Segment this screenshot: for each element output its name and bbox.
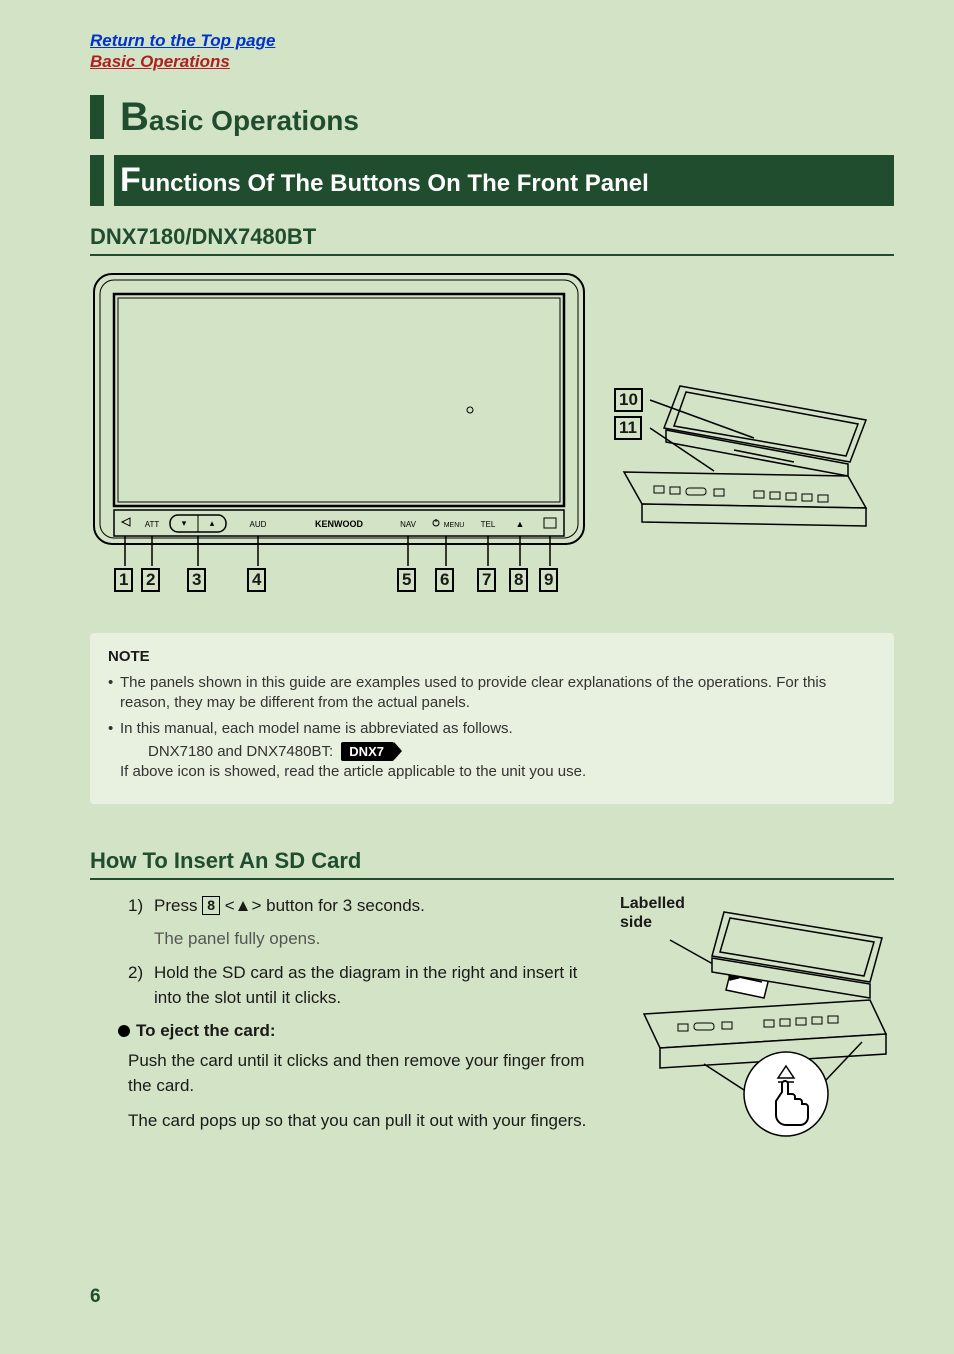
callout-ref-8: 8 (202, 896, 220, 915)
callout-4: 4 (247, 568, 266, 592)
callout-2: 2 (141, 568, 160, 592)
eject-p2: The card pops up so that you can pull it… (128, 1109, 594, 1134)
note-title: NOTE (108, 647, 876, 667)
btn-label-nav: NAV (400, 520, 417, 529)
svg-text:▾: ▾ (182, 518, 187, 528)
callout-6: 6 (435, 568, 454, 592)
callout-10: 10 (614, 388, 643, 412)
callout-5: 5 (397, 568, 416, 592)
sd-diagram: Labelled side (614, 894, 894, 1149)
eject-heading: To eject the card: (118, 1019, 594, 1044)
svg-text:▲: ▲ (516, 519, 525, 529)
sd-step-1: 1) Press 8 <▲> button for 3 seconds. (128, 894, 594, 919)
link-basic-operations[interactable]: Basic Operations (90, 52, 230, 71)
breadcrumb: Return to the Top page Basic Operations (90, 30, 894, 73)
brand-label: KENWOOD (315, 519, 363, 529)
btn-label-menu: MENU (444, 522, 465, 529)
heading-functions: Functions Of The Buttons On The Front Pa… (90, 155, 894, 206)
callout-1: 1 (114, 568, 133, 592)
sd-step-1-sub: The panel fully opens. (128, 927, 594, 952)
heading-basic-operations: Basic Operations (90, 95, 894, 139)
btn-label-att: ATT (145, 520, 160, 529)
note-item-1: The panels shown in this guide are examp… (108, 673, 876, 714)
svg-text:▴: ▴ (210, 518, 215, 528)
model-heading: DNX7180/DNX7480BT (90, 224, 894, 256)
note-box: NOTE The panels shown in this guide are … (90, 633, 894, 805)
sd-heading: How To Insert An SD Card (90, 848, 894, 880)
front-panel-diagram: ATT ▾ ▴ AUD KENWOOD NAV MENU TEL ▲ (90, 270, 588, 605)
eject-p1: Push the card until it clicks and then r… (128, 1049, 594, 1098)
page-number: 6 (90, 1286, 101, 1308)
btn-label-aud: AUD (250, 520, 267, 529)
callout-9: 9 (539, 568, 558, 592)
sd-step-2: 2)Hold the SD card as the diagram in the… (128, 961, 594, 1010)
callout-7: 7 (477, 568, 496, 592)
dnx7-badge: DNX7 (341, 742, 394, 762)
callout-3: 3 (187, 568, 206, 592)
note-item-2: In this manual, each model name is abbre… (108, 719, 876, 782)
callout-8: 8 (509, 568, 528, 592)
sd-instructions: 1) Press 8 <▲> button for 3 seconds. The… (90, 894, 594, 1149)
labelled-side-text: Labelled side (620, 894, 710, 932)
callout-11: 11 (614, 416, 642, 440)
link-top-page[interactable]: Return to the Top page (90, 31, 275, 50)
btn-label-tel: TEL (481, 520, 496, 529)
open-panel-diagram: 10 11 (614, 376, 874, 561)
